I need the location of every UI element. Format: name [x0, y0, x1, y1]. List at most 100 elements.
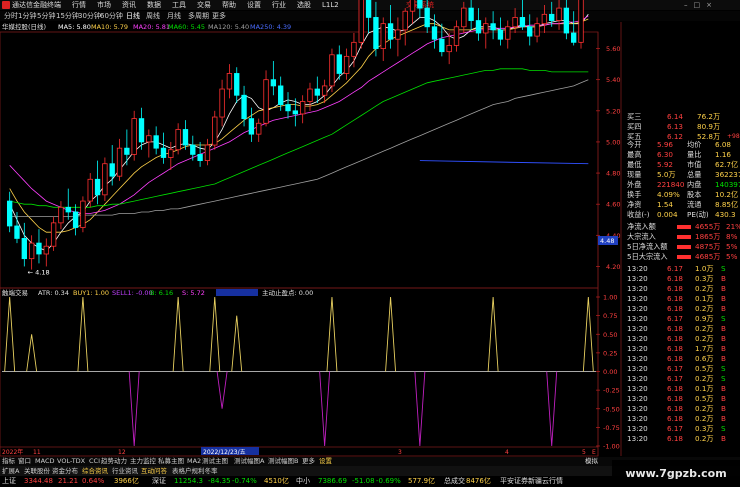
indicator-tab[interactable]: 主力监控: [130, 457, 156, 466]
index-name[interactable]: 深证: [152, 476, 166, 487]
stat-row: 换手 4.09% 股本 10.2亿: [623, 190, 740, 200]
candle: [395, 17, 401, 57]
info-tab[interactable]: 扩展A: [2, 466, 19, 476]
candle: [417, 0, 423, 18]
date-axis-label: 2022年: [2, 448, 23, 456]
tick-time: 13:20: [627, 264, 648, 273]
tick-list[interactable]: 13:20 6.17 1.0万 S 13:20 6.18 0.3万 B 13:20 6.18 0.2…: [623, 264, 740, 444]
stat-value: 1.16: [715, 150, 732, 159]
indicator-highlight: [216, 289, 258, 296]
indicator-tab[interactable]: 指标: [2, 457, 15, 466]
candle: [197, 141, 203, 167]
tick-price: 6.17: [667, 314, 684, 323]
stat-value: 6.08: [715, 140, 732, 149]
flow-label: 5日净流入额: [627, 242, 668, 251]
simulate-label[interactable]: 模拟: [585, 457, 598, 466]
flow-label: 5日大宗流入: [627, 252, 668, 261]
indicator-tab[interactable]: VOL-TDX: [57, 457, 85, 466]
tick-price: 6.18: [667, 324, 684, 333]
stat-value: 362237: [715, 170, 740, 179]
index-name[interactable]: 上证: [2, 476, 16, 487]
stat-value: 6.30: [657, 150, 674, 159]
tick-side: S: [721, 314, 726, 323]
candle: [343, 48, 350, 80]
flow-pct: 8%: [726, 232, 738, 241]
buy-signal: [326, 296, 338, 372]
date-axis-label: 12: [118, 449, 126, 456]
buy-signal: [582, 296, 594, 372]
info-tab[interactable]: 行业资讯: [112, 466, 138, 476]
tick-vol: 0.9万: [695, 314, 714, 323]
tick-vol: 0.3万: [695, 424, 714, 433]
tick-price: 6.18: [667, 334, 684, 343]
indicator-tab[interactable]: MA2: [187, 457, 201, 466]
flow-row: 5日净流入额 4875万 5%: [623, 242, 740, 252]
info-tab[interactable]: 综合资讯: [82, 466, 108, 476]
stat-label: 内盘: [687, 180, 702, 189]
tick-price: 6.17: [667, 374, 684, 383]
tick-vol: 0.2万: [695, 404, 714, 413]
candle: [219, 79, 225, 127]
flow-row: 净流入额 4655万 21%: [623, 222, 740, 232]
price-tick-label: 5.40: [606, 76, 620, 84]
tick-price: 6.18: [667, 414, 684, 423]
indicator-tab[interactable]: 测试幅图A: [234, 457, 264, 466]
info-tab[interactable]: 表格户规利冬率: [172, 466, 218, 476]
tick-side: S: [721, 364, 726, 373]
tick-time: 13:20: [627, 274, 648, 283]
tick-vol: 0.2万: [695, 374, 714, 383]
candle: [226, 64, 233, 99]
index-pct: 0.64%: [82, 477, 105, 485]
tick-vol: 0.6万: [695, 354, 714, 363]
candle: [263, 70, 269, 127]
stat-label: 外盘: [627, 180, 642, 189]
tick-vol: 0.3万: [695, 274, 714, 283]
order-row: 买四 6.13 80.9万: [623, 122, 740, 132]
candle: [541, 4, 548, 33]
tick-time: 13:20: [627, 414, 648, 423]
tick-time: 13:20: [627, 374, 648, 383]
indicator-tab[interactable]: 趋势动力: [101, 457, 127, 466]
info-tab[interactable]: 互动问答: [141, 466, 167, 476]
price-tick-label: 4.60: [606, 201, 620, 209]
candle: [204, 138, 211, 166]
indicator-tab[interactable]: MACD: [35, 457, 54, 466]
candle: [175, 123, 181, 155]
sell-signal: [546, 371, 558, 447]
tick-price: 6.18: [667, 354, 684, 363]
candle: [380, 17, 386, 62]
candle: [578, 0, 584, 49]
index-value: 7386.69: [318, 477, 347, 485]
stat-value: 430.3: [715, 210, 736, 219]
tick-row: 13:20 6.18 0.2万 B: [623, 414, 740, 424]
indicator-tab[interactable]: 测试幅图B: [268, 457, 298, 466]
stat-label: 均价: [687, 140, 702, 149]
indicator-tab[interactable]: CCI: [89, 457, 100, 466]
index-change: 21.21: [58, 477, 79, 485]
index-name[interactable]: 总成交: [444, 476, 465, 487]
candle: [446, 33, 452, 65]
candle: [116, 138, 123, 181]
indicator-tab[interactable]: 测试主图: [202, 457, 228, 466]
stat-value: 10.2亿: [715, 190, 739, 199]
index-name[interactable]: 中小: [296, 476, 310, 487]
indicator-tab[interactable]: 更多: [302, 457, 315, 466]
tick-row: 13:20 6.17 0.2万 S: [623, 374, 740, 384]
order-price: 6.13: [667, 122, 684, 131]
buy-signal: [77, 296, 89, 372]
candle: [534, 17, 540, 43]
candle: [146, 129, 152, 158]
buy-signal: [172, 296, 184, 372]
info-tab[interactable]: 关联股份: [24, 466, 50, 476]
candle: [358, 0, 364, 49]
indicator-tab[interactable]: 窗口: [18, 457, 31, 466]
tick-time: 13:20: [627, 394, 648, 403]
stat-row: 最高 6.30 量比 1.16: [623, 150, 740, 160]
info-tab[interactable]: 资金分布: [52, 466, 78, 476]
indicator-tab[interactable]: 私募主图: [158, 457, 184, 466]
flow-value: 4685万: [695, 252, 721, 261]
main-chart-frame: [0, 31, 599, 289]
candle: [475, 8, 482, 41]
stat-row: 现量 5.0万 总量 362237: [623, 170, 740, 180]
indicator-tab[interactable]: 设置: [319, 457, 332, 466]
